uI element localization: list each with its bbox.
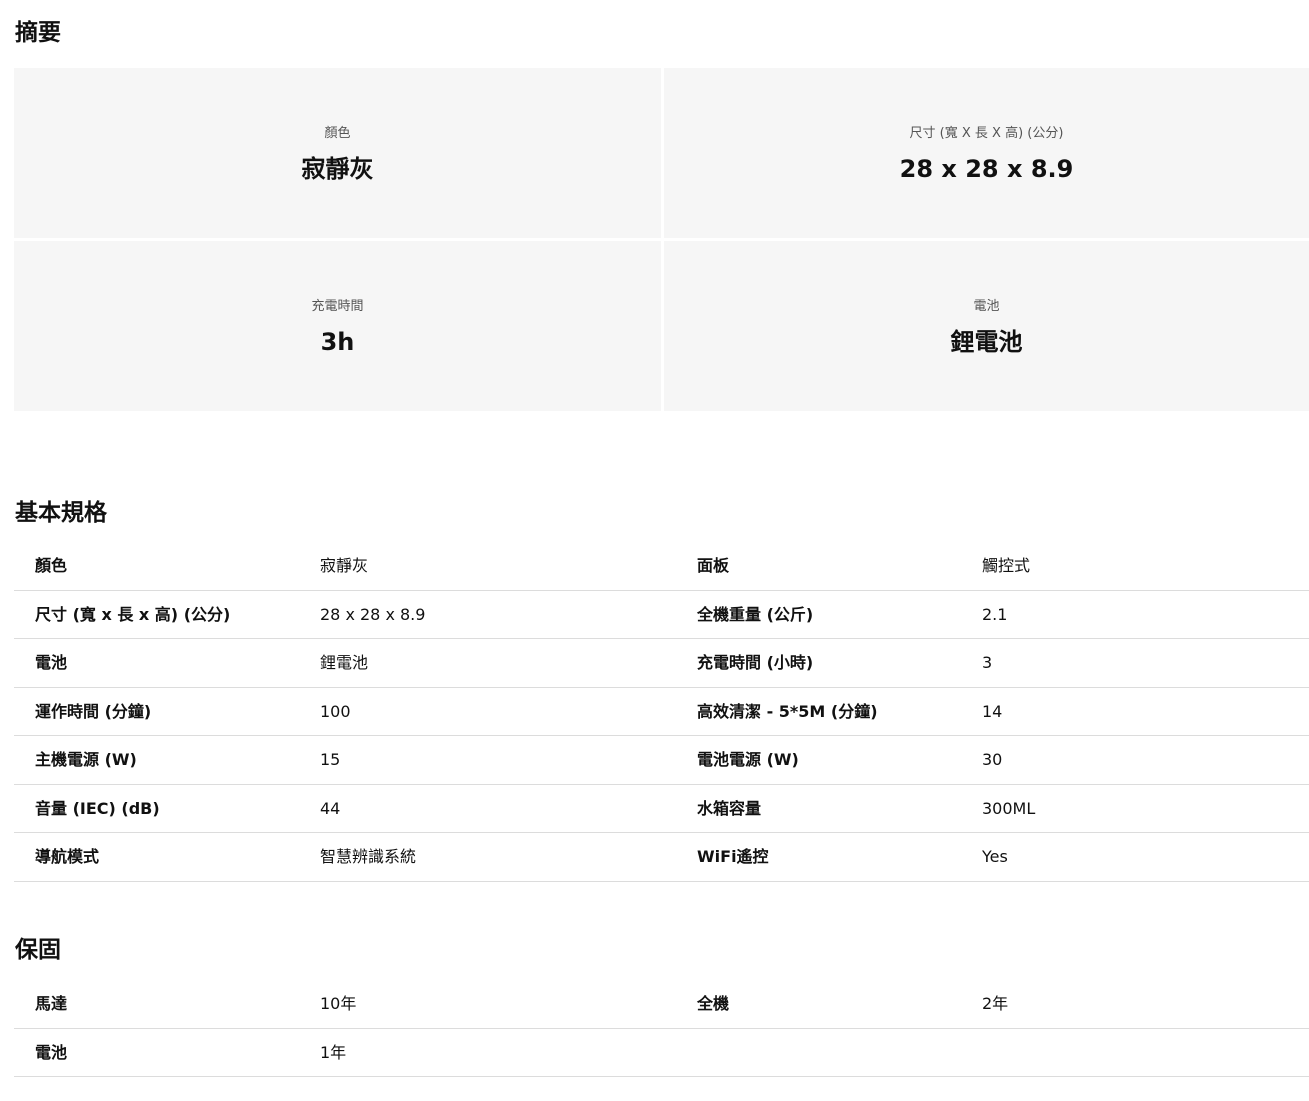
spec-label: 尺寸 (寬 x 長 x 高) (公分) bbox=[35, 604, 231, 624]
table-row: 主機電源 (W) 15 電池電源 (W) 30 bbox=[14, 736, 1309, 785]
spec-table: 顏色 寂靜灰 面板 觸控式 尺寸 (寬 x 長 x 高) (公分) 28 x 2… bbox=[14, 542, 1309, 882]
table-row: 導航模式 智慧辨識系統 WiFi遙控 Yes bbox=[14, 833, 1309, 882]
spec-label: 顏色 bbox=[35, 556, 68, 575]
spec-value: 44 bbox=[320, 798, 341, 818]
spec-label: 全機重量 (公斤) bbox=[697, 604, 814, 624]
spec-label: WiFi遙控 bbox=[697, 847, 769, 866]
warranty-value: 2年 bbox=[982, 994, 1009, 1013]
spec-value: 14 bbox=[982, 701, 1003, 721]
table-row: 電池 1年 bbox=[14, 1029, 1309, 1077]
summary-value: 28 x 28 x 8.9 bbox=[899, 155, 1074, 183]
summary-card-color: 顏色 寂靜灰 bbox=[14, 68, 661, 238]
table-row: 顏色 寂靜灰 面板 觸控式 bbox=[14, 542, 1309, 591]
summary-value: 3h bbox=[320, 328, 355, 356]
summary-grid: 顏色 寂靜灰 尺寸 (寬 X 長 X 高) (公分) 28 x 28 x 8.9… bbox=[14, 68, 1309, 411]
spec-label: 主機電源 (W) bbox=[35, 750, 137, 769]
spec-label: 音量 (IEC) (dB) bbox=[35, 798, 160, 818]
table-row: 馬達 10年 全機 2年 bbox=[14, 980, 1309, 1029]
summary-label: 尺寸 (寬 X 長 X 高) (公分) bbox=[909, 126, 1064, 141]
spec-value: 100 bbox=[320, 701, 351, 721]
spec-value: 鋰電池 bbox=[320, 653, 369, 672]
spec-label: 面板 bbox=[697, 556, 730, 575]
spec-value: 3 bbox=[982, 653, 993, 672]
spec-value: Yes bbox=[982, 847, 1008, 866]
spec-label: 運作時間 (分鐘) bbox=[35, 701, 152, 721]
warranty-label: 馬達 bbox=[35, 994, 68, 1013]
warranty-label: 全機 bbox=[697, 994, 730, 1013]
warranty-value: 10年 bbox=[320, 994, 357, 1013]
spec-label: 水箱容量 bbox=[697, 798, 762, 818]
spec-value: 寂靜灰 bbox=[320, 556, 369, 575]
spec-value: 300ML bbox=[982, 798, 1036, 818]
spec-title: 基本規格 bbox=[15, 500, 107, 526]
summary-label: 電池 bbox=[973, 299, 1000, 314]
summary-label: 顏色 bbox=[324, 126, 351, 141]
warranty-table: 馬達 10年 全機 2年 電池 1年 bbox=[14, 980, 1309, 1077]
spec-label: 電池電源 (W) bbox=[697, 750, 799, 769]
warranty-value: 1年 bbox=[320, 1042, 347, 1062]
table-row: 運作時間 (分鐘) 100 高效清潔 - 5*5M (分鐘) 14 bbox=[14, 688, 1309, 736]
spec-value: 觸控式 bbox=[982, 556, 1031, 575]
table-row: 電池 鋰電池 充電時間 (小時) 3 bbox=[14, 639, 1309, 688]
summary-value: 寂靜灰 bbox=[301, 155, 374, 183]
spec-value: 2.1 bbox=[982, 604, 1008, 624]
spec-value: 28 x 28 x 8.9 bbox=[320, 604, 426, 624]
summary-label: 充電時間 bbox=[311, 299, 364, 314]
table-row: 音量 (IEC) (dB) 44 水箱容量 300ML bbox=[14, 785, 1309, 833]
spec-value: 30 bbox=[982, 750, 1003, 769]
spec-label: 充電時間 (小時) bbox=[697, 653, 814, 672]
summary-card-battery: 電池 鋰電池 bbox=[664, 241, 1309, 411]
table-row: 尺寸 (寬 x 長 x 高) (公分) 28 x 28 x 8.9 全機重量 (… bbox=[14, 591, 1309, 639]
spec-value: 智慧辨識系統 bbox=[320, 847, 417, 866]
spec-page: 摘要 顏色 寂靜灰 尺寸 (寬 X 長 X 高) (公分) 28 x 28 x … bbox=[0, 0, 1309, 1101]
summary-card-charge-time: 充電時間 3h bbox=[14, 241, 661, 411]
summary-value: 鋰電池 bbox=[950, 328, 1023, 356]
spec-label: 高效清潔 - 5*5M (分鐘) bbox=[697, 701, 878, 721]
summary-card-size: 尺寸 (寬 X 長 X 高) (公分) 28 x 28 x 8.9 bbox=[664, 68, 1309, 238]
warranty-label: 電池 bbox=[35, 1042, 68, 1062]
spec-value: 15 bbox=[320, 750, 341, 769]
warranty-title: 保固 bbox=[15, 937, 61, 963]
spec-label: 電池 bbox=[35, 653, 68, 672]
spec-label: 導航模式 bbox=[35, 847, 100, 866]
summary-title: 摘要 bbox=[15, 20, 61, 46]
